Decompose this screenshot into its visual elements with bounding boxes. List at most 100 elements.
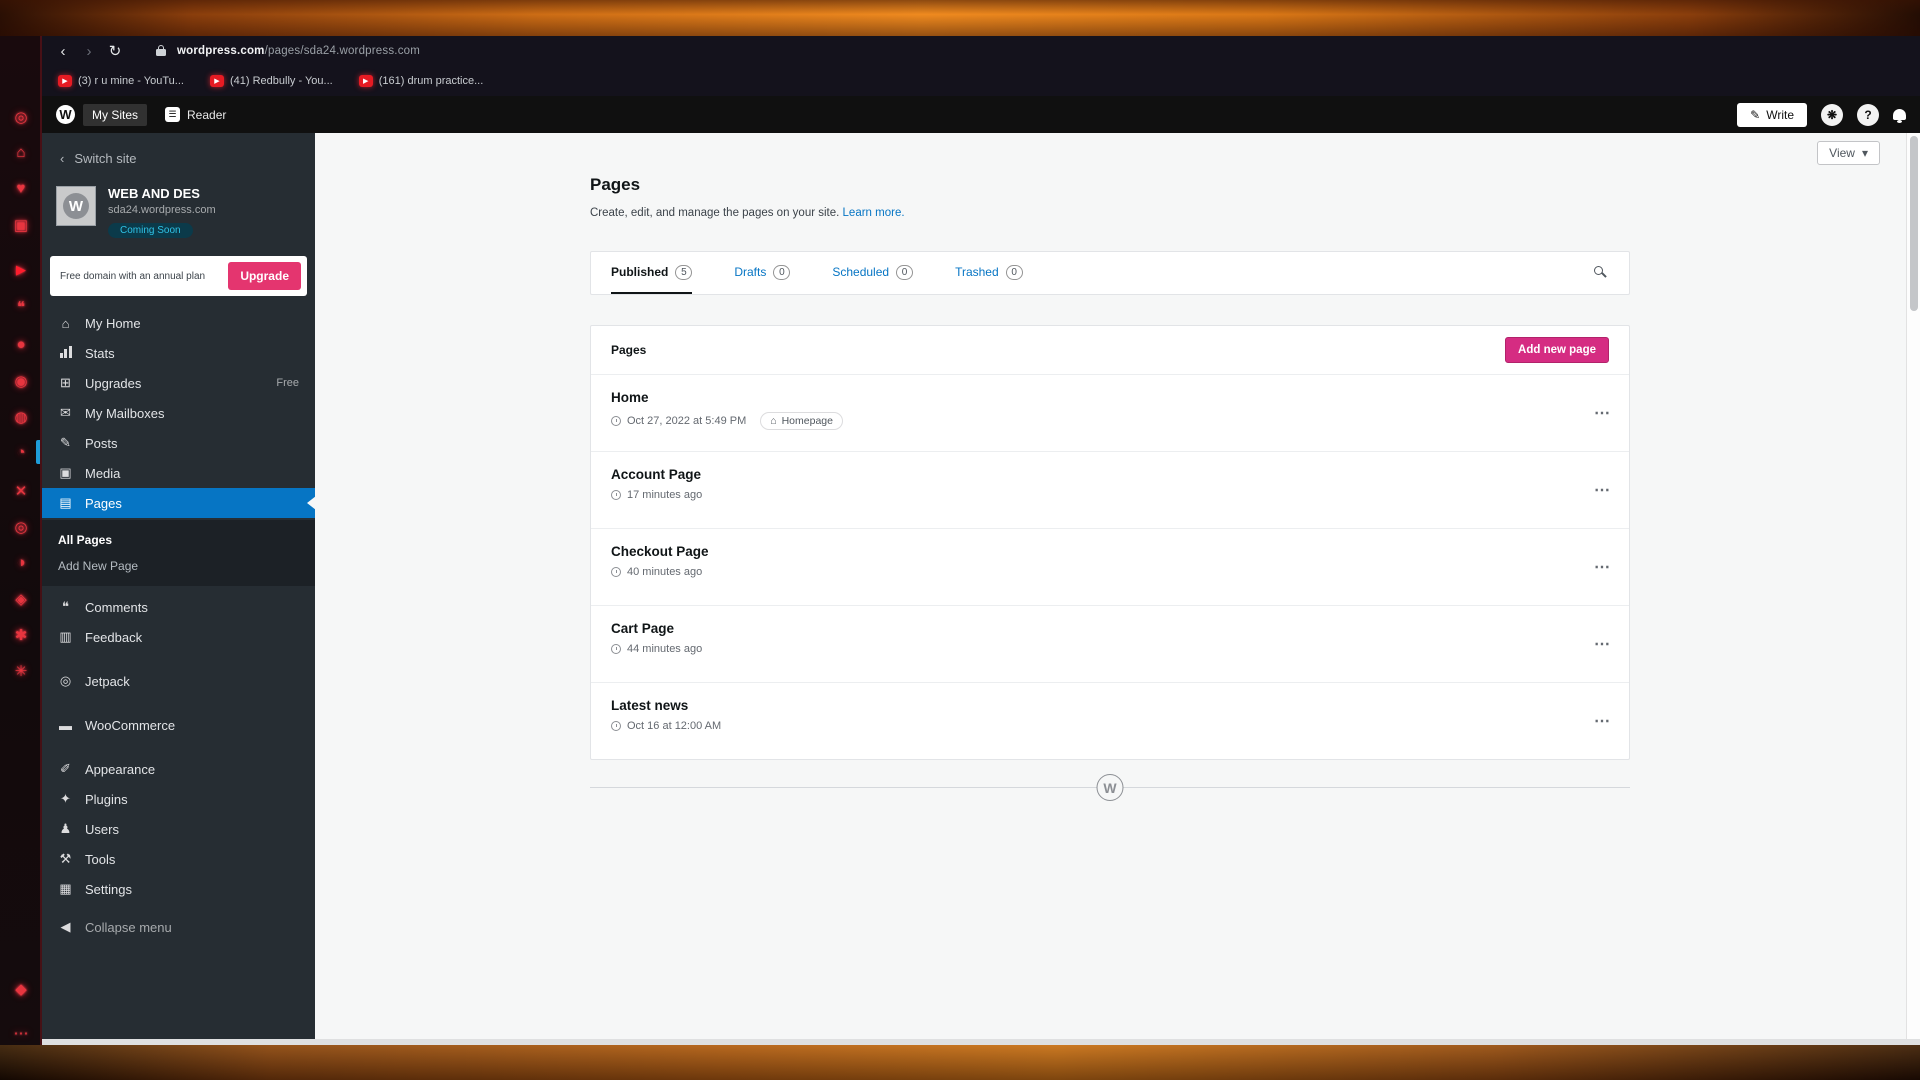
app-icon-clock[interactable]: ◑ bbox=[0, 554, 42, 571]
sidebar-item-jetpack[interactable]: ◎ Jetpack bbox=[42, 666, 315, 696]
row-actions-button[interactable]: ⋯ bbox=[1594, 403, 1611, 423]
tools-icon: ⚒ bbox=[59, 851, 72, 866]
sidebar-item-pages[interactable]: ▤ Pages bbox=[42, 488, 316, 518]
my-sites-button[interactable]: My Sites bbox=[83, 103, 148, 126]
tab-published[interactable]: Published 5 bbox=[611, 252, 693, 294]
page-row-title[interactable]: Latest news bbox=[611, 698, 1609, 713]
app-icon-x[interactable]: ✕ bbox=[0, 482, 42, 500]
forward-icon[interactable]: › bbox=[76, 43, 102, 60]
sidebar-item-label: Comments bbox=[85, 599, 148, 615]
bookmark-item[interactable]: ▶ (3) r u mine - YouTu... bbox=[58, 75, 184, 87]
app-icon-badge[interactable]: ◆ bbox=[0, 980, 42, 998]
search-icon[interactable] bbox=[1593, 265, 1609, 281]
jetpack-icon: ◎ bbox=[59, 673, 72, 688]
pages-list-card: Pages Add new page Home Oct 27, 2022 at … bbox=[590, 325, 1630, 760]
row-actions-button[interactable]: ⋯ bbox=[1594, 711, 1611, 731]
caret-down-icon: ▾ bbox=[1861, 146, 1868, 160]
clock-icon bbox=[611, 721, 621, 731]
plugins-icon: ✦ bbox=[60, 791, 71, 806]
sidebar-item-plugins[interactable]: ✦ Plugins bbox=[42, 784, 315, 814]
bookmark-label: (161) drum practice... bbox=[378, 75, 484, 87]
submenu-add-new-page[interactable]: Add New Page bbox=[42, 553, 315, 579]
add-new-page-button[interactable]: Add new page bbox=[1505, 337, 1609, 363]
page-row-title[interactable]: Cart Page bbox=[611, 621, 1609, 636]
help-icon[interactable]: ? bbox=[1857, 103, 1879, 126]
sidebar-item-users[interactable]: ♟ Users bbox=[42, 814, 315, 844]
sidebar-item-label: Posts bbox=[85, 435, 118, 451]
tab-drafts[interactable]: Drafts 0 bbox=[734, 252, 791, 294]
bookmark-item[interactable]: ▶ (41) Redbully - You... bbox=[209, 75, 333, 87]
app-icon-more[interactable]: ⋯ bbox=[0, 1024, 42, 1042]
app-icon-star[interactable]: ✱ bbox=[0, 626, 42, 644]
row-actions-button[interactable]: ⋯ bbox=[1594, 634, 1611, 654]
homepage-badge-label: Homepage bbox=[781, 415, 833, 427]
upgrade-button[interactable]: Upgrade bbox=[228, 262, 301, 290]
tab-trashed[interactable]: Trashed 0 bbox=[955, 252, 1023, 294]
pencil-icon: ✎ bbox=[1750, 107, 1761, 122]
address-bar[interactable]: wordpress.com/pages/sda24.wordpress.com bbox=[177, 45, 420, 57]
sidebar-item-label: My Mailboxes bbox=[85, 405, 165, 421]
tab-scheduled[interactable]: Scheduled 0 bbox=[832, 252, 914, 294]
sidebar-item-my-home[interactable]: ⌂ My Home bbox=[42, 308, 315, 338]
scrollbar-thumb[interactable] bbox=[1910, 136, 1918, 311]
sidebar-item-feedback[interactable]: ▥ Feedback bbox=[42, 622, 315, 652]
page-row-title[interactable]: Account Page bbox=[611, 467, 1609, 482]
sidebar-item-posts[interactable]: ✎ Posts bbox=[42, 428, 315, 458]
wp-masthead: W My Sites ☰ Reader ✎ Write ❋ ? bbox=[42, 96, 1920, 133]
submenu-all-pages[interactable]: All Pages bbox=[42, 527, 315, 553]
notifications-bell-icon[interactable] bbox=[1893, 109, 1906, 123]
tab-count-badge: 5 bbox=[675, 264, 693, 280]
reload-icon[interactable]: ↻ bbox=[102, 42, 128, 60]
page-row-home: Home Oct 27, 2022 at 5:49 PM ⌂ Homepage … bbox=[591, 374, 1629, 451]
sidebar-item-stats[interactable]: Stats bbox=[42, 338, 315, 368]
profile-avatar[interactable]: ❋ bbox=[1821, 103, 1843, 126]
upgrade-text: Free domain with an annual plan bbox=[60, 270, 206, 282]
app-icon-heart[interactable]: ♥ bbox=[0, 180, 42, 197]
app-icon-swirl[interactable]: ◎ bbox=[0, 108, 42, 126]
sidebar-item-my-mailboxes[interactable]: ✉ My Mailboxes bbox=[42, 398, 315, 428]
app-icon-camera[interactable]: ◉ bbox=[0, 372, 42, 390]
sidebar-item-woocommerce[interactable]: ▬ WooCommerce bbox=[42, 710, 315, 740]
sidebar-item-label: Feedback bbox=[85, 629, 143, 645]
sidebar-item-upgrades[interactable]: ⊞ Upgrades Free bbox=[42, 368, 315, 398]
sidebar-item-media[interactable]: ▣ Media bbox=[42, 458, 315, 488]
learn-more-link[interactable]: Learn more. bbox=[843, 207, 905, 219]
app-icon-ring[interactable]: ◎ bbox=[0, 518, 42, 536]
sidebar-item-settings[interactable]: ▦ Settings bbox=[42, 874, 315, 904]
app-icon-home[interactable]: ⌂ bbox=[0, 144, 42, 161]
bookmark-label: (3) r u mine - YouTu... bbox=[78, 75, 184, 87]
site-card[interactable]: W WEB AND DES sda24.wordpress.com Coming… bbox=[42, 178, 315, 242]
clock-icon bbox=[611, 567, 621, 577]
row-actions-button[interactable]: ⋯ bbox=[1594, 480, 1611, 500]
bookmark-item[interactable]: ▶ (161) drum practice... bbox=[358, 75, 484, 87]
app-icon-target[interactable]: ◈ bbox=[0, 590, 42, 608]
list-header-title: Pages bbox=[611, 343, 647, 357]
app-icon-box[interactable]: ▣ bbox=[0, 216, 42, 234]
page-scrollbar[interactable] bbox=[1906, 133, 1920, 1045]
view-button[interactable]: View ▾ bbox=[1817, 141, 1880, 165]
collapse-menu-button[interactable]: ◀ Collapse menu bbox=[42, 912, 315, 942]
sidebar-item-comments[interactable]: ❝ Comments bbox=[42, 592, 315, 622]
sidebar-item-appearance[interactable]: ✐ Appearance bbox=[42, 754, 315, 784]
switch-site-label: Switch site bbox=[74, 151, 137, 166]
row-actions-button[interactable]: ⋯ bbox=[1594, 557, 1611, 577]
app-icon-youtube[interactable]: ▶ bbox=[0, 262, 42, 278]
page-row-title[interactable]: Checkout Page bbox=[611, 544, 1609, 559]
app-icon-gear[interactable]: ✳ bbox=[0, 662, 42, 680]
app-icon-disc[interactable]: ◍ bbox=[0, 408, 42, 426]
page-title: Pages bbox=[590, 175, 641, 194]
youtube-favicon-icon: ▶ bbox=[58, 75, 72, 87]
back-icon[interactable]: ‹ bbox=[50, 43, 76, 60]
reader-button[interactable]: ☰ Reader bbox=[165, 107, 226, 122]
posts-icon: ✎ bbox=[60, 435, 71, 450]
switch-site-button[interactable]: ‹ Switch site bbox=[42, 145, 315, 178]
woocommerce-icon: ▬ bbox=[59, 717, 72, 733]
browser-toolbar: ‹ › ↻ wordpress.com/pages/sda24.wordpres… bbox=[42, 36, 1920, 66]
page-row-latest-news: Latest news Oct 16 at 12:00 AM ⋯ bbox=[591, 682, 1629, 759]
write-button[interactable]: ✎ Write bbox=[1737, 102, 1807, 127]
app-icon-record[interactable]: ● bbox=[0, 336, 42, 353]
tab-count-badge: 0 bbox=[1005, 264, 1023, 280]
app-icon-chat[interactable]: ❝ bbox=[0, 298, 42, 316]
sidebar-item-tools[interactable]: ⚒ Tools bbox=[42, 844, 315, 874]
page-row-title[interactable]: Home bbox=[611, 390, 1609, 405]
